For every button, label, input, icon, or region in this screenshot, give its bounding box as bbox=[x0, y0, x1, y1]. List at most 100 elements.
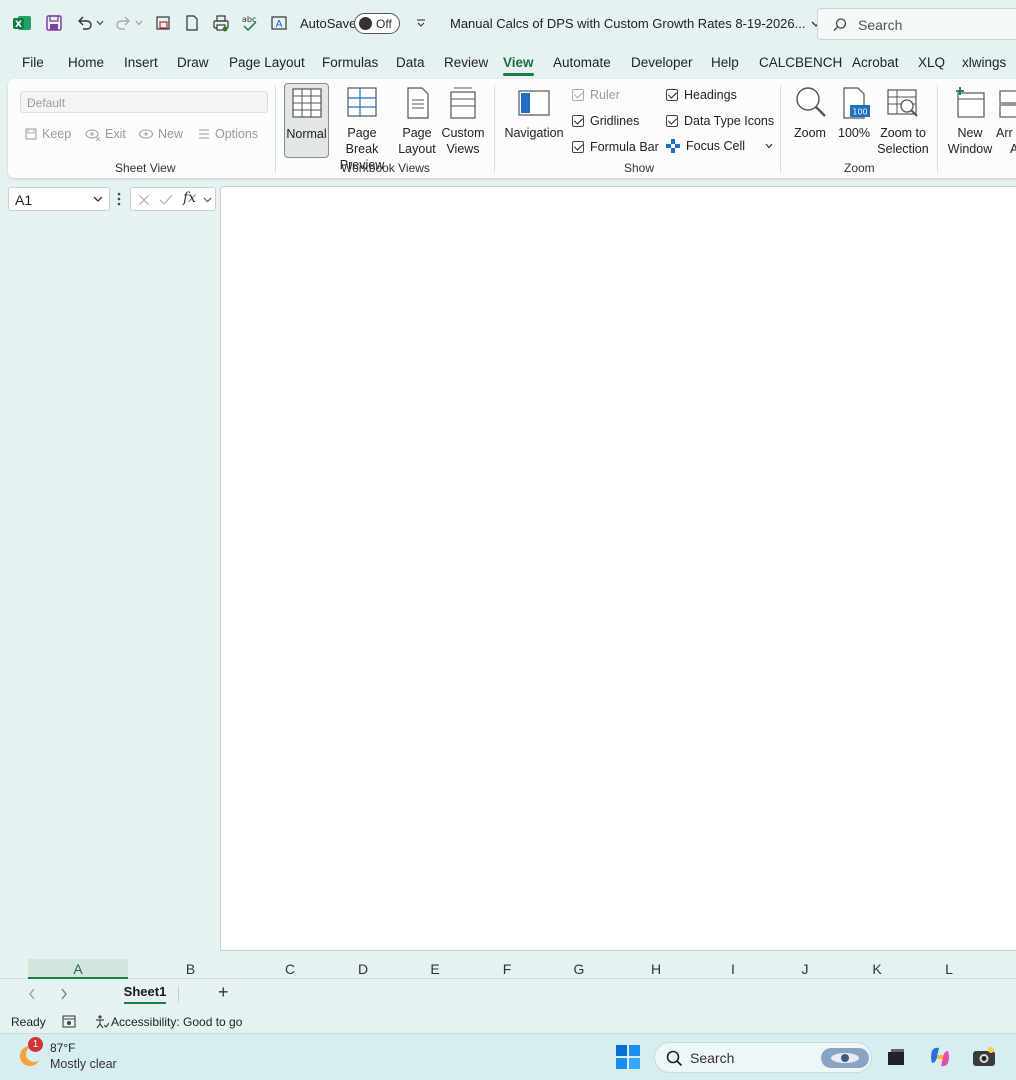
options-button[interactable]: Options bbox=[197, 127, 258, 141]
windows-start-icon[interactable] bbox=[616, 1045, 640, 1072]
sheet-tab-sheet1[interactable]: Sheet1 bbox=[116, 982, 174, 1006]
undo-dropdown-chevron-icon[interactable] bbox=[94, 13, 106, 33]
task-view-icon[interactable] bbox=[885, 1046, 907, 1071]
column-header-b[interactable]: B bbox=[128, 959, 253, 979]
new-window-button[interactable]: New Window bbox=[946, 83, 994, 157]
tab-xlwings[interactable]: xlwings bbox=[962, 55, 1006, 70]
title-bar: X abc A AutoSave Off Manual Calcs of DPS… bbox=[0, 0, 1016, 48]
spelling-icon[interactable]: abc bbox=[240, 13, 260, 33]
scroll-left-icon[interactable] bbox=[27, 987, 37, 1001]
arrange-label-line2: A bbox=[1010, 142, 1016, 156]
zoom-label: Zoom bbox=[794, 126, 826, 140]
weather-widget-icon[interactable]: 1 bbox=[18, 1037, 44, 1068]
zoom-100-button[interactable]: 100 100% bbox=[834, 83, 874, 141]
checkbox-box bbox=[572, 89, 584, 101]
tab-view[interactable]: View bbox=[503, 55, 534, 76]
autosave-toggle[interactable]: Off bbox=[354, 13, 400, 34]
exit-button[interactable]: Exit bbox=[85, 127, 126, 141]
column-header-g[interactable]: G bbox=[543, 959, 615, 979]
tab-xlq[interactable]: XLQ bbox=[918, 55, 945, 70]
tab-draw[interactable]: Draw bbox=[177, 55, 209, 70]
camera-app-icon[interactable] bbox=[972, 1045, 996, 1072]
worksheet-grid[interactable] bbox=[220, 186, 1016, 951]
focus-cell-button[interactable]: Focus Cell bbox=[666, 139, 773, 153]
tab-formulas[interactable]: Formulas bbox=[322, 55, 378, 70]
accessibility-status[interactable]: Accessibility: Good to go bbox=[111, 1015, 242, 1029]
quick-print-icon[interactable] bbox=[211, 13, 231, 33]
fx-chevron-icon[interactable] bbox=[203, 197, 212, 203]
page-layout-label-line2: Layout bbox=[398, 142, 436, 156]
zoom-to-selection-button[interactable]: Zoom to Selection bbox=[875, 83, 931, 157]
copilot-icon[interactable] bbox=[928, 1045, 952, 1072]
headings-label: Headings bbox=[684, 88, 737, 102]
headings-checkbox[interactable]: Headings bbox=[666, 88, 737, 102]
search-icon bbox=[666, 1050, 683, 1067]
enter-check-icon[interactable] bbox=[159, 193, 173, 207]
weather-description[interactable]: Mostly clear bbox=[50, 1057, 117, 1071]
formula-bar-checkbox[interactable]: Formula Bar bbox=[572, 140, 659, 154]
column-header-k[interactable]: K bbox=[841, 959, 913, 979]
new-sheet-view-button[interactable]: New bbox=[138, 127, 183, 141]
tab-calcbench[interactable]: CALCBENCH bbox=[759, 55, 842, 70]
add-sheet-button[interactable]: + bbox=[218, 982, 229, 1003]
tab-acrobat[interactable]: Acrobat bbox=[852, 55, 899, 70]
tab-automate[interactable]: Automate bbox=[553, 55, 611, 70]
accessibility-icon[interactable] bbox=[94, 1014, 109, 1029]
redo-icon[interactable] bbox=[113, 13, 133, 33]
name-box-chevron-icon bbox=[93, 196, 103, 202]
zoom-100-badge: 100 bbox=[852, 108, 867, 117]
tab-home[interactable]: Home bbox=[68, 55, 104, 70]
checkbox-box bbox=[572, 141, 584, 153]
cancel-icon[interactable] bbox=[137, 193, 151, 207]
group-divider bbox=[275, 85, 276, 173]
document-title[interactable]: Manual Calcs of DPS with Custom Growth R… bbox=[450, 16, 821, 31]
column-header-l[interactable]: L bbox=[913, 959, 985, 979]
print-preview-icon[interactable] bbox=[153, 13, 173, 33]
column-header-h[interactable]: H bbox=[615, 959, 697, 979]
column-header-i[interactable]: I bbox=[697, 959, 769, 979]
tab-page-layout[interactable]: Page Layout bbox=[229, 55, 305, 70]
macro-record-icon[interactable] bbox=[62, 1015, 76, 1028]
tab-developer[interactable]: Developer bbox=[631, 55, 693, 70]
tab-help[interactable]: Help bbox=[711, 55, 739, 70]
arrange-all-button[interactable]: Arr A bbox=[996, 83, 1016, 157]
page-break-preview-button[interactable]: Page Break Preview bbox=[332, 83, 392, 173]
vertical-ellipsis-icon[interactable] bbox=[115, 191, 123, 207]
normal-view-button[interactable]: Normal bbox=[284, 83, 329, 158]
column-header-e[interactable]: E bbox=[399, 959, 471, 979]
sheet-view-dropdown[interactable]: Default ⌵ bbox=[20, 91, 268, 113]
column-header-d[interactable]: D bbox=[327, 959, 399, 979]
tab-insert[interactable]: Insert bbox=[124, 55, 158, 70]
column-header-f[interactable]: F bbox=[471, 959, 543, 979]
column-header-a[interactable]: A bbox=[28, 959, 128, 979]
tab-data[interactable]: Data bbox=[396, 55, 425, 70]
tab-review[interactable]: Review bbox=[444, 55, 488, 70]
undo-icon[interactable] bbox=[75, 13, 95, 33]
save-icon[interactable] bbox=[44, 13, 64, 33]
checkbox-box bbox=[666, 115, 678, 127]
navigation-icon bbox=[518, 90, 550, 116]
text-box-icon[interactable]: A bbox=[269, 13, 289, 33]
new-document-icon[interactable] bbox=[182, 13, 202, 33]
redo-dropdown-chevron-icon[interactable] bbox=[133, 13, 145, 33]
chevron-down-icon: ⌵ bbox=[27, 95, 35, 106]
column-header-c[interactable]: C bbox=[253, 959, 327, 979]
customize-toolbar-icon[interactable] bbox=[411, 13, 431, 33]
keep-button[interactable]: Keep bbox=[24, 127, 71, 141]
weather-temperature[interactable]: 87°F bbox=[50, 1041, 75, 1055]
gridlines-checkbox[interactable]: Gridlines bbox=[572, 114, 639, 128]
ruler-checkbox[interactable]: Ruler bbox=[572, 88, 620, 102]
navigation-button[interactable]: Navigation bbox=[503, 83, 565, 141]
data-type-icons-checkbox[interactable]: Data Type Icons bbox=[666, 114, 774, 128]
insert-function-icon[interactable]: fx bbox=[183, 190, 196, 206]
options-icon bbox=[199, 129, 209, 139]
zoom-button[interactable]: Zoom bbox=[789, 83, 831, 141]
tab-file[interactable]: File bbox=[22, 55, 44, 70]
name-box[interactable]: A1 bbox=[8, 187, 110, 211]
taskbar-search[interactable]: Search bbox=[654, 1042, 872, 1073]
page-layout-view-button[interactable]: Page Layout bbox=[397, 83, 437, 157]
column-header-j[interactable]: J bbox=[769, 959, 841, 979]
custom-views-button[interactable]: Custom Views bbox=[440, 83, 486, 157]
scroll-right-icon[interactable] bbox=[59, 987, 69, 1001]
search-input[interactable]: Search bbox=[817, 8, 1016, 40]
